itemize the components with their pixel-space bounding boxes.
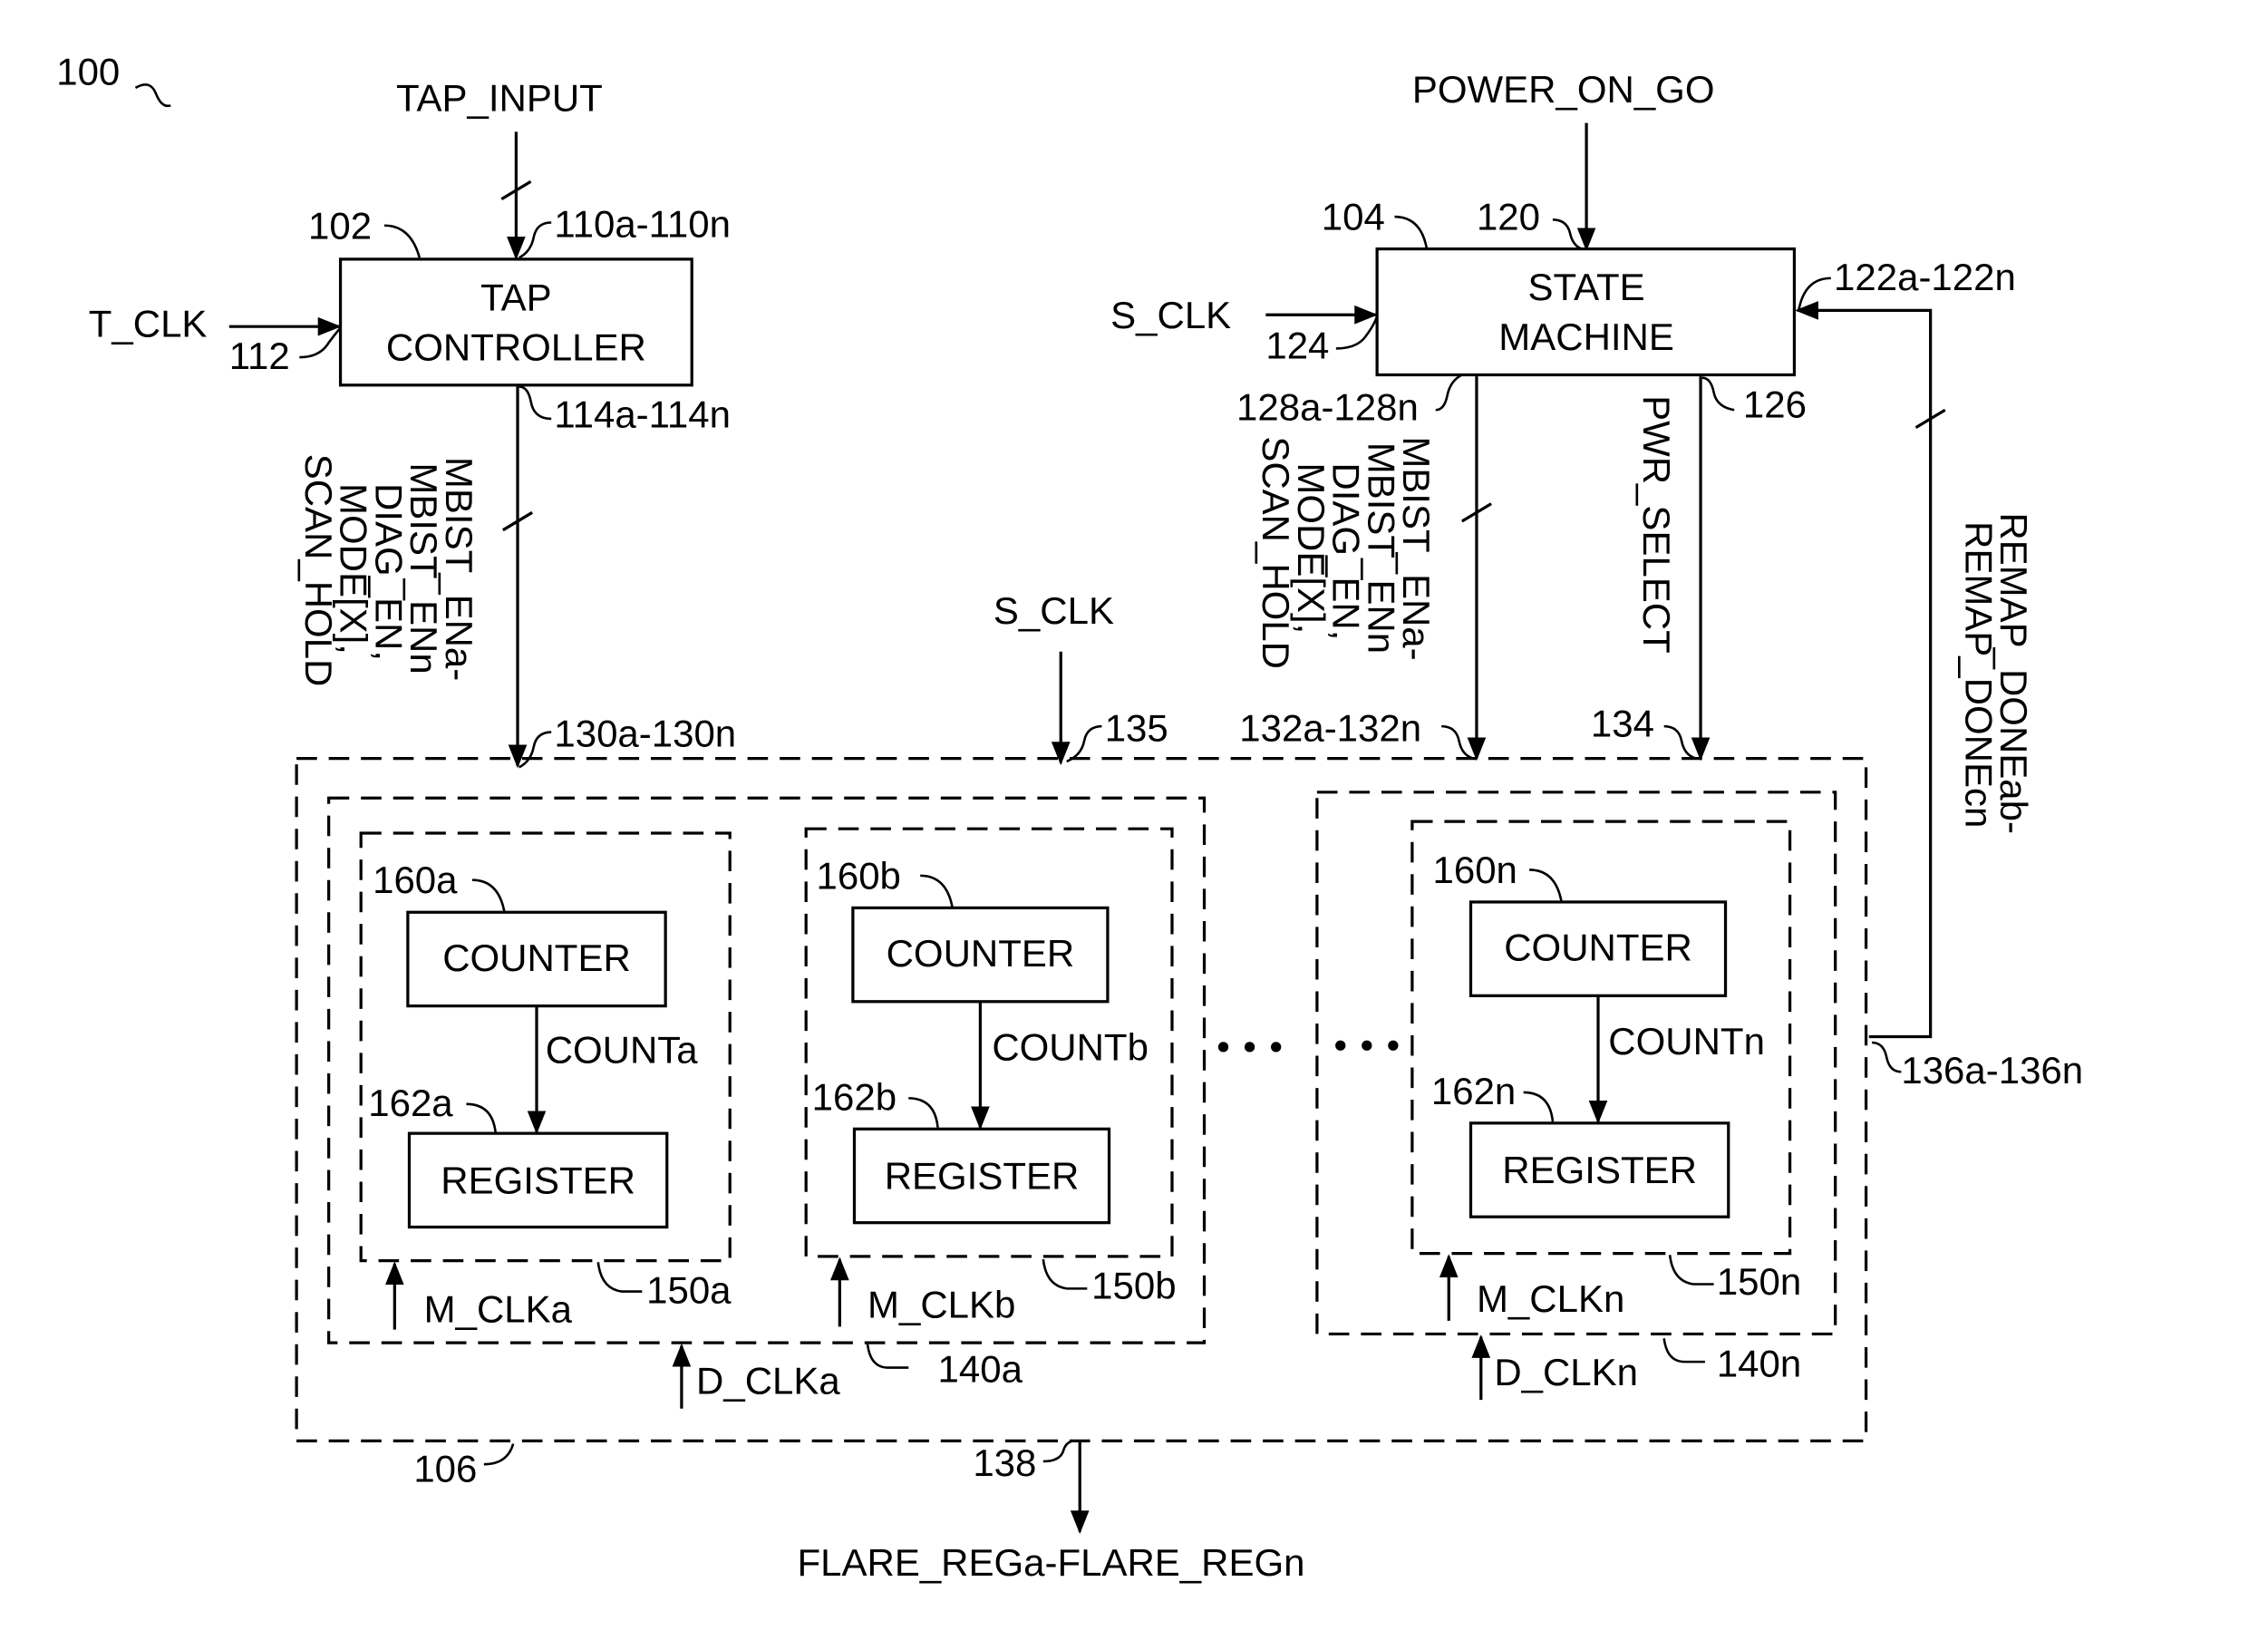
leader-114: [519, 385, 552, 421]
count-b-label: COUNTb: [992, 1025, 1149, 1068]
ref-110: 110a-110n: [554, 203, 731, 246]
state-machine-line2: MACHINE: [1498, 315, 1674, 358]
tap-bus-signals: MBIST_ENa- MBIST_ENn DIAG_EN, MODE[X], S…: [297, 454, 480, 687]
ellipsis: [1217, 1040, 1399, 1053]
ref-150b: 150b: [1091, 1265, 1176, 1307]
leader-134: [1663, 724, 1697, 760]
pwr-select-label: PWR_SELECT: [1635, 395, 1678, 654]
block-diagram: 100 TAP_INPUT 110a-110n 102 TAP CONTROLL…: [56, 51, 2083, 1584]
leader-126: [1701, 376, 1735, 412]
leader-124: [1335, 315, 1379, 350]
leader-140n: [1662, 1338, 1705, 1363]
ref-150a: 150a: [646, 1269, 732, 1312]
d-clkn-label: D_CLKn: [1494, 1351, 1638, 1393]
leader-150n: [1668, 1255, 1714, 1286]
ref-160n: 160n: [1432, 849, 1517, 891]
leader-150b: [1042, 1258, 1088, 1290]
unit-150a: 160a COUNTER COUNTa 162a REGISTER M_CLKa…: [359, 831, 732, 1331]
flare-output-label: FLARE_REGa-FLARE_REGn: [798, 1541, 1305, 1584]
leader-122: [1798, 277, 1831, 311]
sm-bus-signals: MBIST_ENa- MBIST_ENn DIAG_EN, MODE[X], S…: [1255, 436, 1438, 669]
remap-done-signals: REMAP_DONEab- REMAP_DONEcn: [1957, 512, 2035, 834]
leader-106: [483, 1443, 515, 1466]
register-n-label: REGISTER: [1502, 1149, 1697, 1191]
state-machine-line1: STATE: [1528, 266, 1645, 308]
bank-106-boundary: [295, 757, 1868, 1442]
ref-160a: 160a: [373, 859, 458, 901]
ref-106: 106: [413, 1448, 477, 1490]
leader-130: [519, 731, 552, 769]
unit-150b: 160b COUNTER COUNTb 162b REGISTER M_CLKb…: [804, 827, 1177, 1327]
leader-138: [1042, 1440, 1076, 1463]
ref-150n: 150n: [1717, 1260, 1801, 1303]
tap-signal-scan-hold: SCAN_HOLD: [297, 454, 340, 687]
ref-162b: 162b: [812, 1075, 897, 1118]
t-clk-label: T_CLK: [89, 302, 208, 344]
m-clka-label: M_CLKa: [424, 1288, 573, 1331]
counter-n-label: COUNTER: [1504, 927, 1692, 969]
ref-138: 138: [973, 1441, 1036, 1484]
ref-162a: 162a: [368, 1082, 453, 1124]
s-clk-bank-label: S_CLK: [993, 589, 1114, 632]
m-clkb-label: M_CLKb: [867, 1284, 1015, 1326]
leader-162a: [466, 1102, 498, 1134]
ref-102: 102: [308, 204, 372, 247]
ref-124: 124: [1265, 325, 1329, 367]
ref-160b: 160b: [817, 854, 901, 897]
group-140n: 140n D_CLKn 140n 160n COUNTER COUNTn 162…: [1315, 791, 1837, 1401]
d-clka-label: D_CLKa: [696, 1360, 840, 1402]
counter-a-label: COUNTER: [442, 936, 631, 979]
ref-104: 104: [1322, 196, 1385, 238]
ref-120: 120: [1477, 196, 1540, 238]
leader-136: [1871, 1041, 1902, 1073]
unit-150n: 160n COUNTER COUNTn 162n REGISTER M_CLKn…: [1410, 820, 1801, 1321]
ref-122: 122a-122n: [1834, 256, 2016, 298]
leader-162n: [1523, 1091, 1555, 1122]
power-on-go-label: POWER_ON_GO: [1412, 68, 1715, 111]
leader-135: [1066, 724, 1102, 763]
ref-128: 128a-128n: [1236, 386, 1419, 429]
count-a-label: COUNTa: [546, 1029, 699, 1072]
leader-162b: [908, 1097, 939, 1128]
ref-140a: 140a: [938, 1348, 1023, 1391]
remap-done-feedback: [1795, 301, 1933, 1039]
leader-160n: [1529, 869, 1563, 903]
group-140a: D_CLKa 140a 160a COUNTER COUNTa 162a REG…: [327, 796, 1207, 1409]
leader-110: [519, 221, 552, 259]
leader-140a: [866, 1344, 909, 1369]
sm-signal-scan-hold: SCAN_HOLD: [1255, 436, 1297, 669]
ref-162n: 162n: [1431, 1070, 1516, 1112]
leader-102: [383, 224, 422, 258]
tap-input-label: TAP_INPUT: [396, 77, 603, 120]
remap-signal-cn: REMAP_DONEcn: [1957, 521, 2000, 828]
figure-ref-leader: [134, 82, 171, 108]
figure-ref: 100: [56, 51, 120, 93]
s-clk-sm-label: S_CLK: [1110, 294, 1231, 336]
register-b-label: REGISTER: [885, 1155, 1080, 1198]
leader-128: [1435, 374, 1463, 412]
leader-160b: [920, 874, 954, 908]
tap-controller-line2: CONTROLLER: [386, 325, 646, 368]
ref-140n: 140n: [1717, 1342, 1801, 1384]
leader-150a: [596, 1262, 643, 1293]
leader-132: [1441, 724, 1475, 760]
count-n-label: COUNTn: [1608, 1020, 1765, 1063]
ref-114: 114a-114n: [554, 393, 731, 436]
ref-130: 130a-130n: [554, 713, 736, 755]
tap-controller-line1: TAP: [480, 276, 552, 318]
leader-112: [299, 326, 342, 359]
ref-126: 126: [1743, 383, 1807, 425]
ref-134: 134: [1591, 702, 1654, 744]
leader-160a: [471, 878, 506, 913]
ref-135: 135: [1105, 706, 1168, 749]
register-a-label: REGISTER: [441, 1159, 635, 1201]
ref-112: 112: [229, 335, 290, 377]
ref-132: 132a-132n: [1239, 706, 1421, 749]
ref-136: 136a-136n: [1901, 1049, 2083, 1092]
m-clkn-label: M_CLKn: [1477, 1277, 1624, 1320]
leader-104: [1394, 215, 1429, 249]
counter-b-label: COUNTER: [887, 932, 1075, 975]
leader-120: [1552, 218, 1583, 250]
